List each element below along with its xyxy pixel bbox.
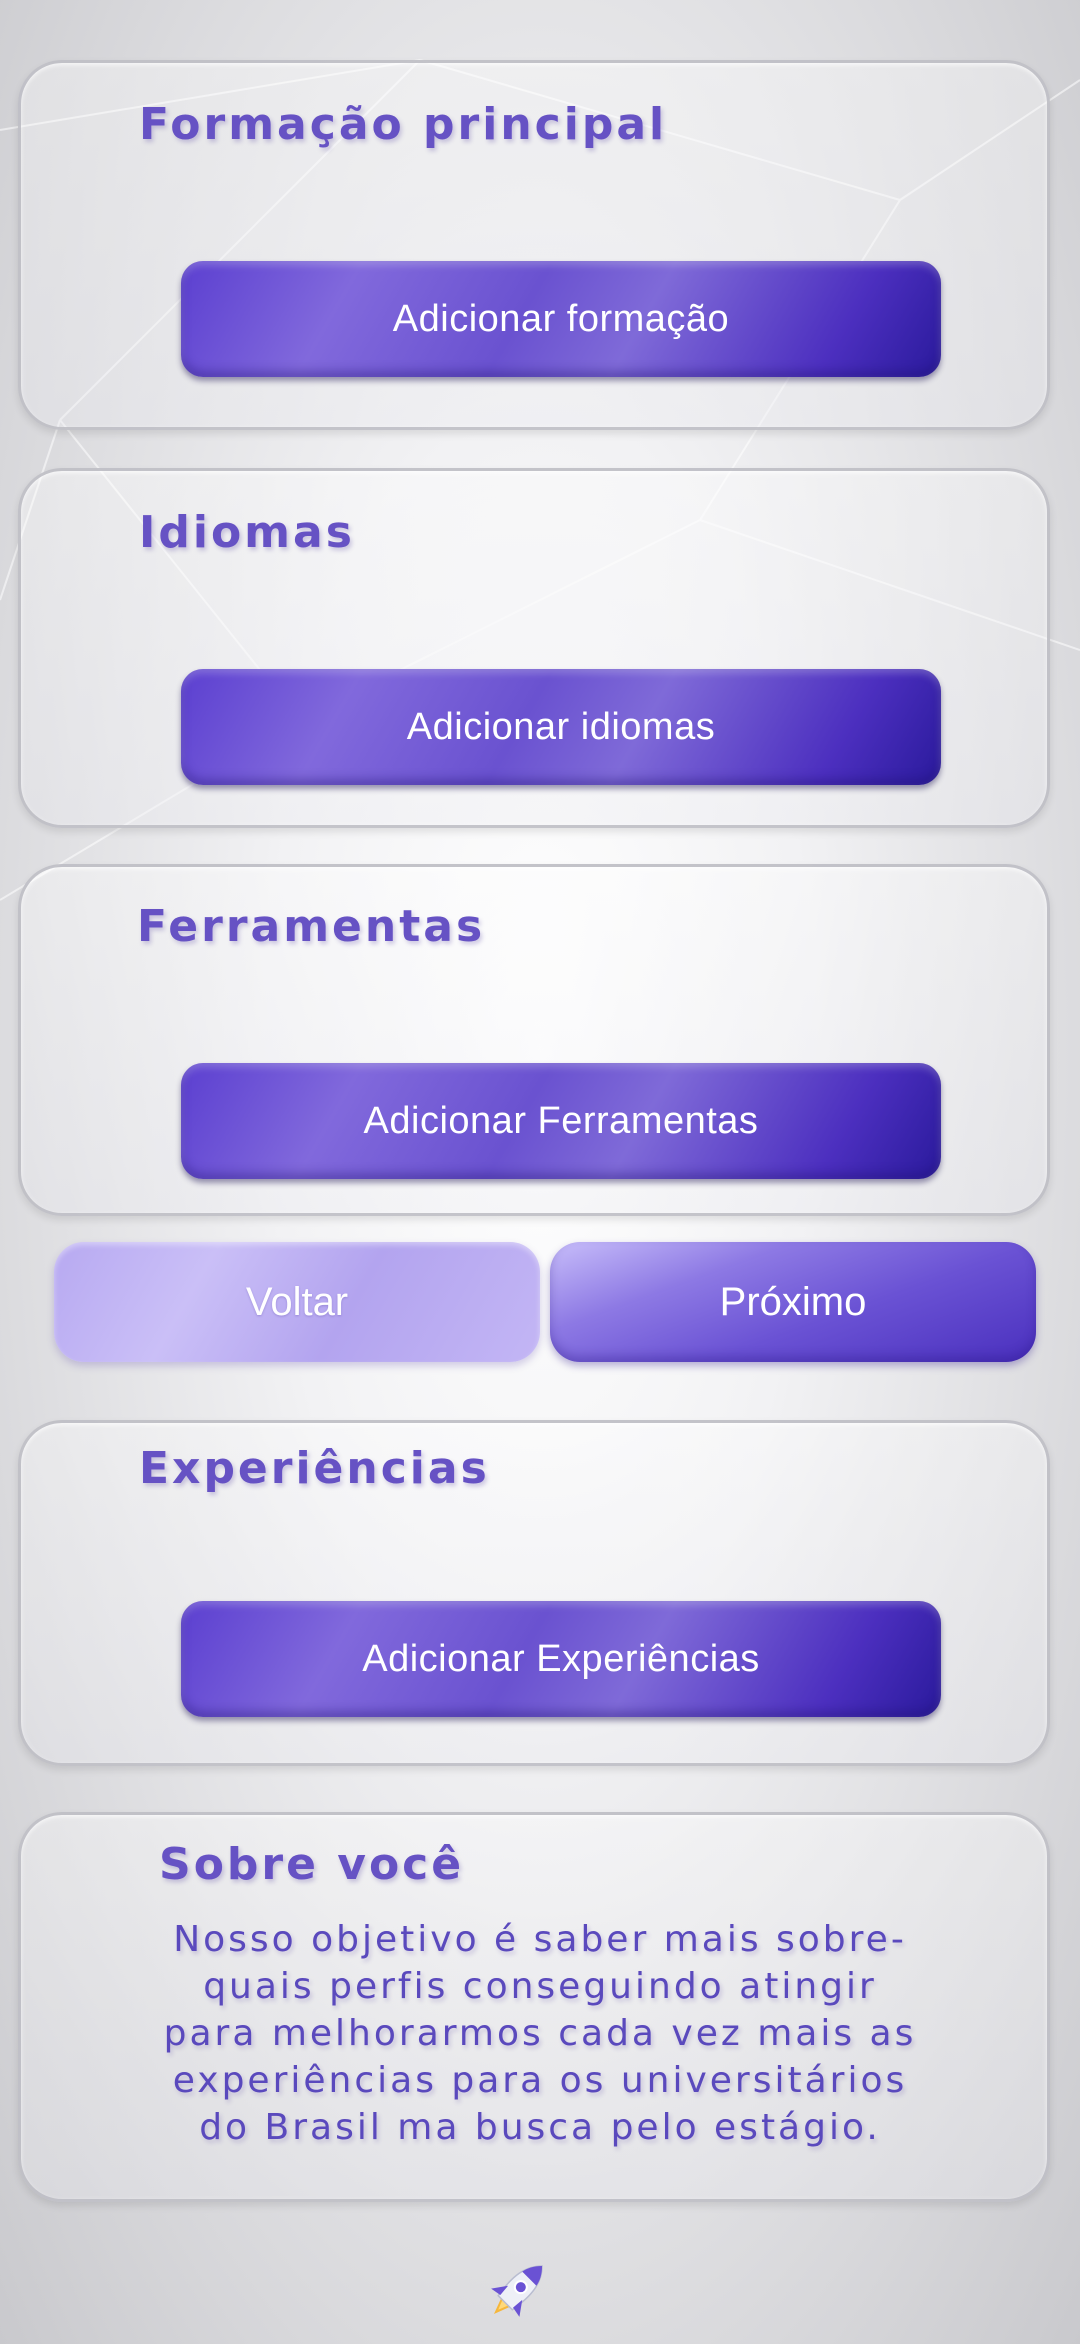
idiomas-title: Idiomas: [139, 507, 355, 558]
formacao-title: Formação principal: [139, 99, 668, 150]
next-button[interactable]: Próximo: [550, 1242, 1036, 1362]
rocket-icon: [491, 2265, 543, 2317]
ferramentas-title: Ferramentas: [137, 901, 486, 952]
add-formacao-button[interactable]: Adicionar formação: [181, 261, 941, 377]
add-experiencias-button[interactable]: Adicionar Experiências: [181, 1601, 941, 1717]
about-title: Sobre você: [159, 1839, 465, 1890]
back-button[interactable]: Voltar: [54, 1242, 540, 1362]
add-ferramentas-button[interactable]: Adicionar Ferramentas: [181, 1063, 941, 1179]
about-description: Nosso objetivo é saber mais sobre- quais…: [163, 1919, 917, 2148]
idiomas-card: Idiomas Adicionar idiomas: [18, 468, 1050, 828]
experiencias-card: Experiências Adicionar Experiências: [18, 1420, 1050, 1766]
ferramentas-card: Ferramentas Adicionar Ferramentas: [18, 864, 1050, 1216]
experiencias-title: Experiências: [139, 1443, 490, 1494]
add-idiomas-button[interactable]: Adicionar idiomas: [181, 669, 941, 785]
formacao-card: Formação principal Adicionar formação: [18, 60, 1050, 430]
